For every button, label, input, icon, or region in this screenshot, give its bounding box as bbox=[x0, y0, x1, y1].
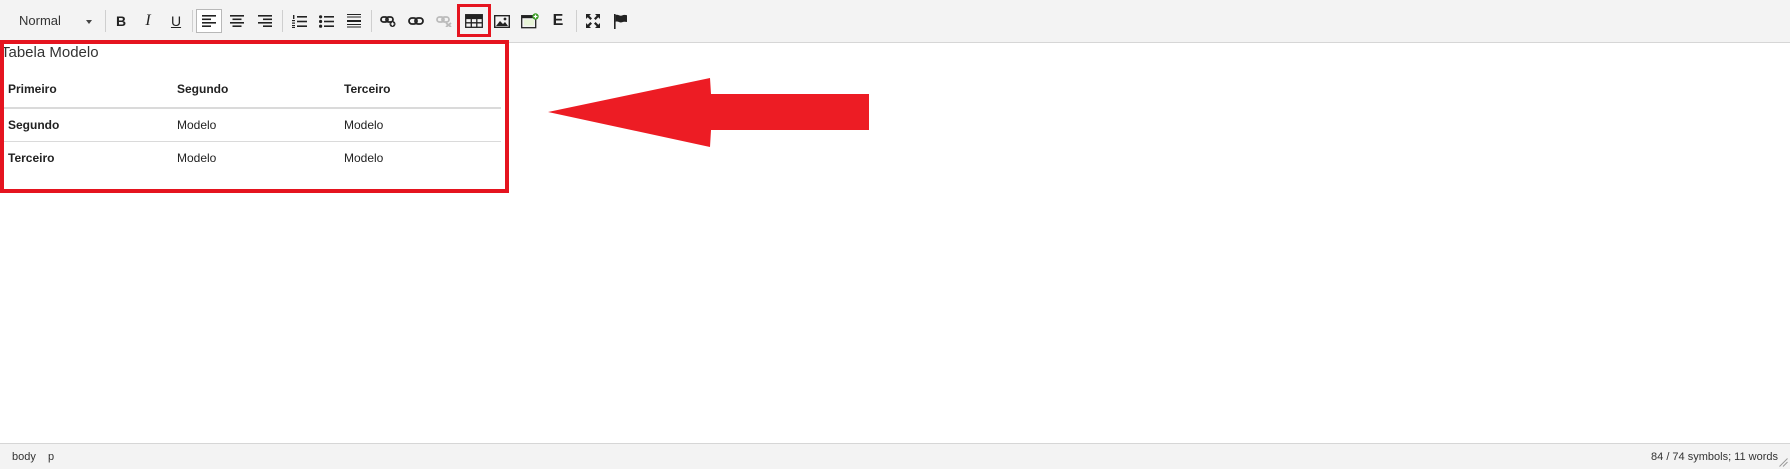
path-p[interactable]: p bbox=[48, 451, 54, 463]
word-count: 84 / 74 symbols; 11 words bbox=[1651, 451, 1778, 463]
underline-icon: U bbox=[170, 13, 182, 29]
bold-icon: B bbox=[115, 13, 127, 29]
bold-button[interactable]: B bbox=[108, 9, 134, 33]
horizontal-rule-button[interactable] bbox=[341, 9, 367, 33]
fullscreen-button[interactable] bbox=[580, 9, 606, 33]
toolbar-separator bbox=[371, 10, 372, 32]
table-highlight-box bbox=[0, 40, 509, 193]
ordered-list-icon bbox=[291, 14, 307, 28]
flag-button[interactable] bbox=[607, 9, 633, 33]
edit-link-button[interactable] bbox=[403, 9, 429, 33]
editor-toolbar: Normal B I U E bbox=[0, 0, 1790, 43]
italic-button[interactable]: I bbox=[135, 9, 161, 33]
align-right-icon bbox=[258, 15, 272, 27]
format-select[interactable]: Normal bbox=[6, 9, 98, 33]
horizontal-rule-icon bbox=[347, 14, 361, 28]
align-center-icon bbox=[230, 15, 244, 27]
format-select-value: Normal bbox=[19, 13, 61, 28]
toolbar-separator bbox=[105, 10, 106, 32]
align-right-button[interactable] bbox=[252, 9, 278, 33]
e-button[interactable]: E bbox=[545, 9, 571, 33]
media-icon bbox=[521, 13, 539, 29]
image-icon bbox=[494, 14, 510, 28]
insert-media-button[interactable] bbox=[517, 9, 543, 33]
edit-link-icon bbox=[408, 17, 424, 25]
chevron-down-icon bbox=[86, 20, 92, 24]
italic-icon: I bbox=[145, 12, 151, 29]
unlink-icon bbox=[436, 16, 452, 27]
unordered-list-icon bbox=[318, 14, 334, 28]
underline-button[interactable]: U bbox=[163, 9, 189, 33]
status-bar: body p 84 / 74 symbols; 11 words bbox=[0, 443, 1790, 469]
ordered-list-button[interactable] bbox=[286, 9, 312, 33]
red-arrow-annotation bbox=[548, 78, 869, 147]
flag-icon bbox=[613, 13, 627, 29]
insert-link-button[interactable] bbox=[375, 9, 401, 33]
align-left-icon bbox=[202, 15, 216, 27]
insert-image-button[interactable] bbox=[489, 9, 515, 33]
toolbar-separator bbox=[192, 10, 193, 32]
table-button-highlight bbox=[457, 4, 491, 37]
insert-link-icon bbox=[380, 16, 396, 27]
unlink-button[interactable] bbox=[431, 9, 457, 33]
path-body[interactable]: body bbox=[12, 451, 36, 463]
resize-handle-icon[interactable] bbox=[1779, 458, 1788, 467]
align-center-button[interactable] bbox=[224, 9, 250, 33]
fullscreen-icon bbox=[586, 14, 600, 28]
e-icon: E bbox=[552, 12, 564, 29]
toolbar-separator bbox=[576, 10, 577, 32]
align-left-button[interactable] bbox=[196, 9, 222, 33]
toolbar-separator bbox=[282, 10, 283, 32]
unordered-list-button[interactable] bbox=[313, 9, 339, 33]
